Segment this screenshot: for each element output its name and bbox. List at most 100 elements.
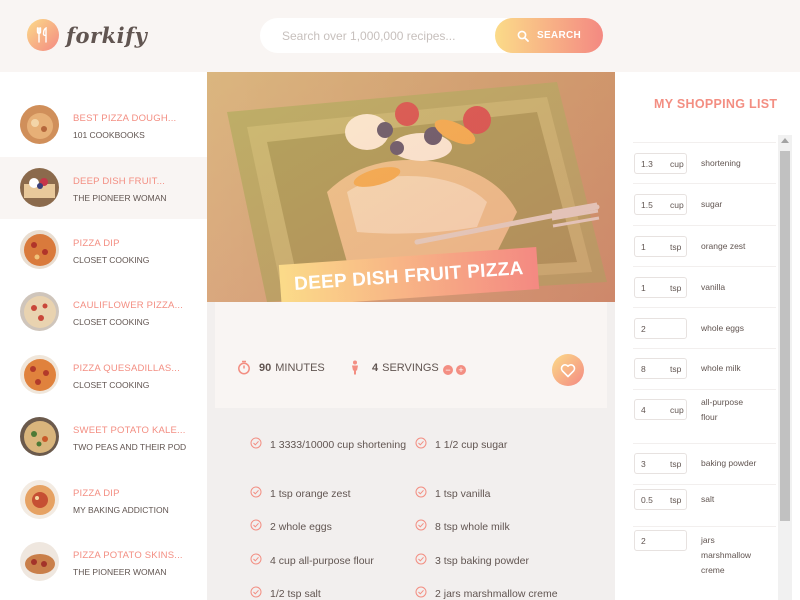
shopping-item-name: vanilla [701,282,726,292]
result-title: PIZZA DIP [73,488,120,499]
search-button-label: SEARCH [536,30,582,41]
search-input[interactable] [260,18,520,53]
shopping-item: 1 tsp vanilla [633,266,776,307]
list-item[interactable]: PIZZA QUESADILLAS... CLOSET COOKING [0,344,207,406]
result-title: SWEET POTATO KALE... [73,425,186,436]
decrease-servings-button[interactable]: − [443,365,453,375]
quantity-value: 4 [641,405,646,415]
ingredient-text: 1 tsp orange zest [270,488,351,500]
ingredient-item: 1 1/2 cup sugar [415,437,575,453]
result-title: CAULIFLOWER PIZZA... [73,300,184,311]
shopping-item: 1.5 cup sugar [633,183,776,225]
check-icon [415,553,427,565]
quantity-unit: tsp [670,242,682,252]
recipe-thumbnail [20,542,59,581]
quantity-field[interactable]: 0.5 tsp [634,489,687,510]
list-item[interactable]: SWEET POTATO KALE... TWO PEAS AND THEIR … [0,406,207,468]
quantity-value: 2 [641,324,646,334]
result-title: DEEP DISH FRUIT... [73,176,166,187]
shopping-item-name: orange zest [701,241,746,251]
increase-servings-button[interactable]: + [456,365,466,375]
fork-knife-icon [27,19,59,51]
result-title: PIZZA QUESADILLAS... [73,363,180,374]
quantity-field[interactable]: 3 tsp [634,453,687,474]
shopping-item-name: sugar [701,199,723,209]
recipe-panel: DEEP DISH FRUIT PIZZA 90 MINUTES 4 SERVI… [207,72,615,600]
result-publisher: CLOSET COOKING [73,317,150,327]
quantity-unit: tsp [670,495,682,505]
shopping-list-panel: MY SHOPPING LIST 1.3 cup shortening 1.5 … [615,72,800,600]
ingredient-text: 3 tsp baking powder [435,555,529,567]
check-icon [415,519,427,531]
quantity-unit: cup [670,405,684,415]
quantity-unit: cup [670,159,684,169]
shopping-item-name: shortening [701,158,741,168]
list-item[interactable]: PIZZA DIP MY BAKING ADDICTION [0,469,207,531]
header: forkify SEARCH [0,0,800,72]
quantity-field[interactable]: 8 tsp [634,358,687,379]
ingredient-item: 1 tsp vanilla [415,486,575,502]
ingredient-item: 8 tsp whole milk [415,519,575,535]
logo[interactable]: forkify [27,19,147,51]
check-icon [250,553,262,565]
result-title: PIZZA POTATO SKINS... [73,550,183,561]
scrollbar-thumb[interactable] [780,151,790,521]
check-icon [250,437,262,449]
list-item[interactable]: CAULIFLOWER PIZZA... CLOSET COOKING [0,281,207,343]
quantity-value: 1 [641,242,646,252]
recipe-servings-count: 4 [372,361,379,374]
ingredient-item: 3 tsp baking powder [415,553,575,569]
search-form: SEARCH [260,18,603,53]
like-button[interactable] [552,354,584,386]
quantity-field[interactable]: 1 tsp [634,236,687,257]
shopping-item: 8 tsp whole milk [633,348,776,389]
shopping-item-name: all-purpose flour [701,397,744,422]
quantity-field[interactable]: 4 cup [634,399,687,420]
check-icon [250,586,262,598]
recipe-time: 90 MINUTES [237,360,325,375]
list-item[interactable]: PIZZA POTATO SKINS... THE PIONEER WOMAN [0,531,207,593]
result-publisher: CLOSET COOKING [73,255,150,265]
quantity-field[interactable]: 2 [634,530,687,551]
shopping-item: 1.3 cup shortening [633,142,776,183]
ingredient-text: 4 cup all-purpose flour [270,555,374,567]
shopping-item-name: jars marshmallow creme [701,535,752,575]
check-icon [415,586,427,598]
recipe-minutes: 90 [259,361,272,374]
ingredients-list: 1 3333/10000 cup shortening 1 1/2 cup su… [215,408,607,600]
scroll-up-arrow-icon[interactable] [781,138,789,143]
ingredient-item: 4 cup all-purpose flour [250,553,410,569]
quantity-field[interactable]: 1.5 cup [634,194,687,215]
ingredient-item: 1 tsp orange zest [250,486,410,502]
list-item[interactable]: PIZZA DIP CLOSET COOKING [0,219,207,281]
recipe-thumbnail [20,417,59,456]
shopping-item: 2 jars marshmallow creme [633,526,776,588]
result-title: BEST PIZZA DOUGH... [73,113,177,124]
shopping-item: 0.5 tsp salt [633,484,776,526]
quantity-field[interactable]: 1.3 cup [634,153,687,174]
ingredient-item: 2 jars marshmallow creme [415,586,585,600]
recipe-thumbnail [20,168,59,207]
quantity-field[interactable]: 2 [634,318,687,339]
result-publisher: THE PIONEER WOMAN [73,193,167,203]
list-item[interactable]: DEEP DISH FRUIT... THE PIONEER WOMAN [0,157,207,219]
recipe-minutes-label: MINUTES [275,361,325,374]
result-title: PIZZA DIP [73,238,120,249]
recipe-thumbnail [20,355,59,394]
recipe-thumbnail [20,292,59,331]
shopping-item: 3 tsp baking powder [633,443,776,484]
shopping-item-name: whole eggs [701,323,745,333]
quantity-value: 8 [641,364,646,374]
search-button[interactable]: SEARCH [495,18,603,53]
quantity-value: 0.5 [641,495,653,505]
shopping-item: 2 whole eggs [633,307,776,348]
heart-icon [560,363,576,377]
ingredient-text: 1 1/2 cup sugar [435,439,508,451]
stopwatch-icon [238,360,250,375]
check-icon [250,486,262,498]
list-item[interactable]: BEST PIZZA DOUGH... 101 COOKBOOKS [0,94,207,156]
quantity-field[interactable]: 1 tsp [634,277,687,298]
check-icon [415,437,427,449]
scrollbar[interactable] [778,135,792,600]
result-publisher: THE PIONEER WOMAN [73,567,167,577]
